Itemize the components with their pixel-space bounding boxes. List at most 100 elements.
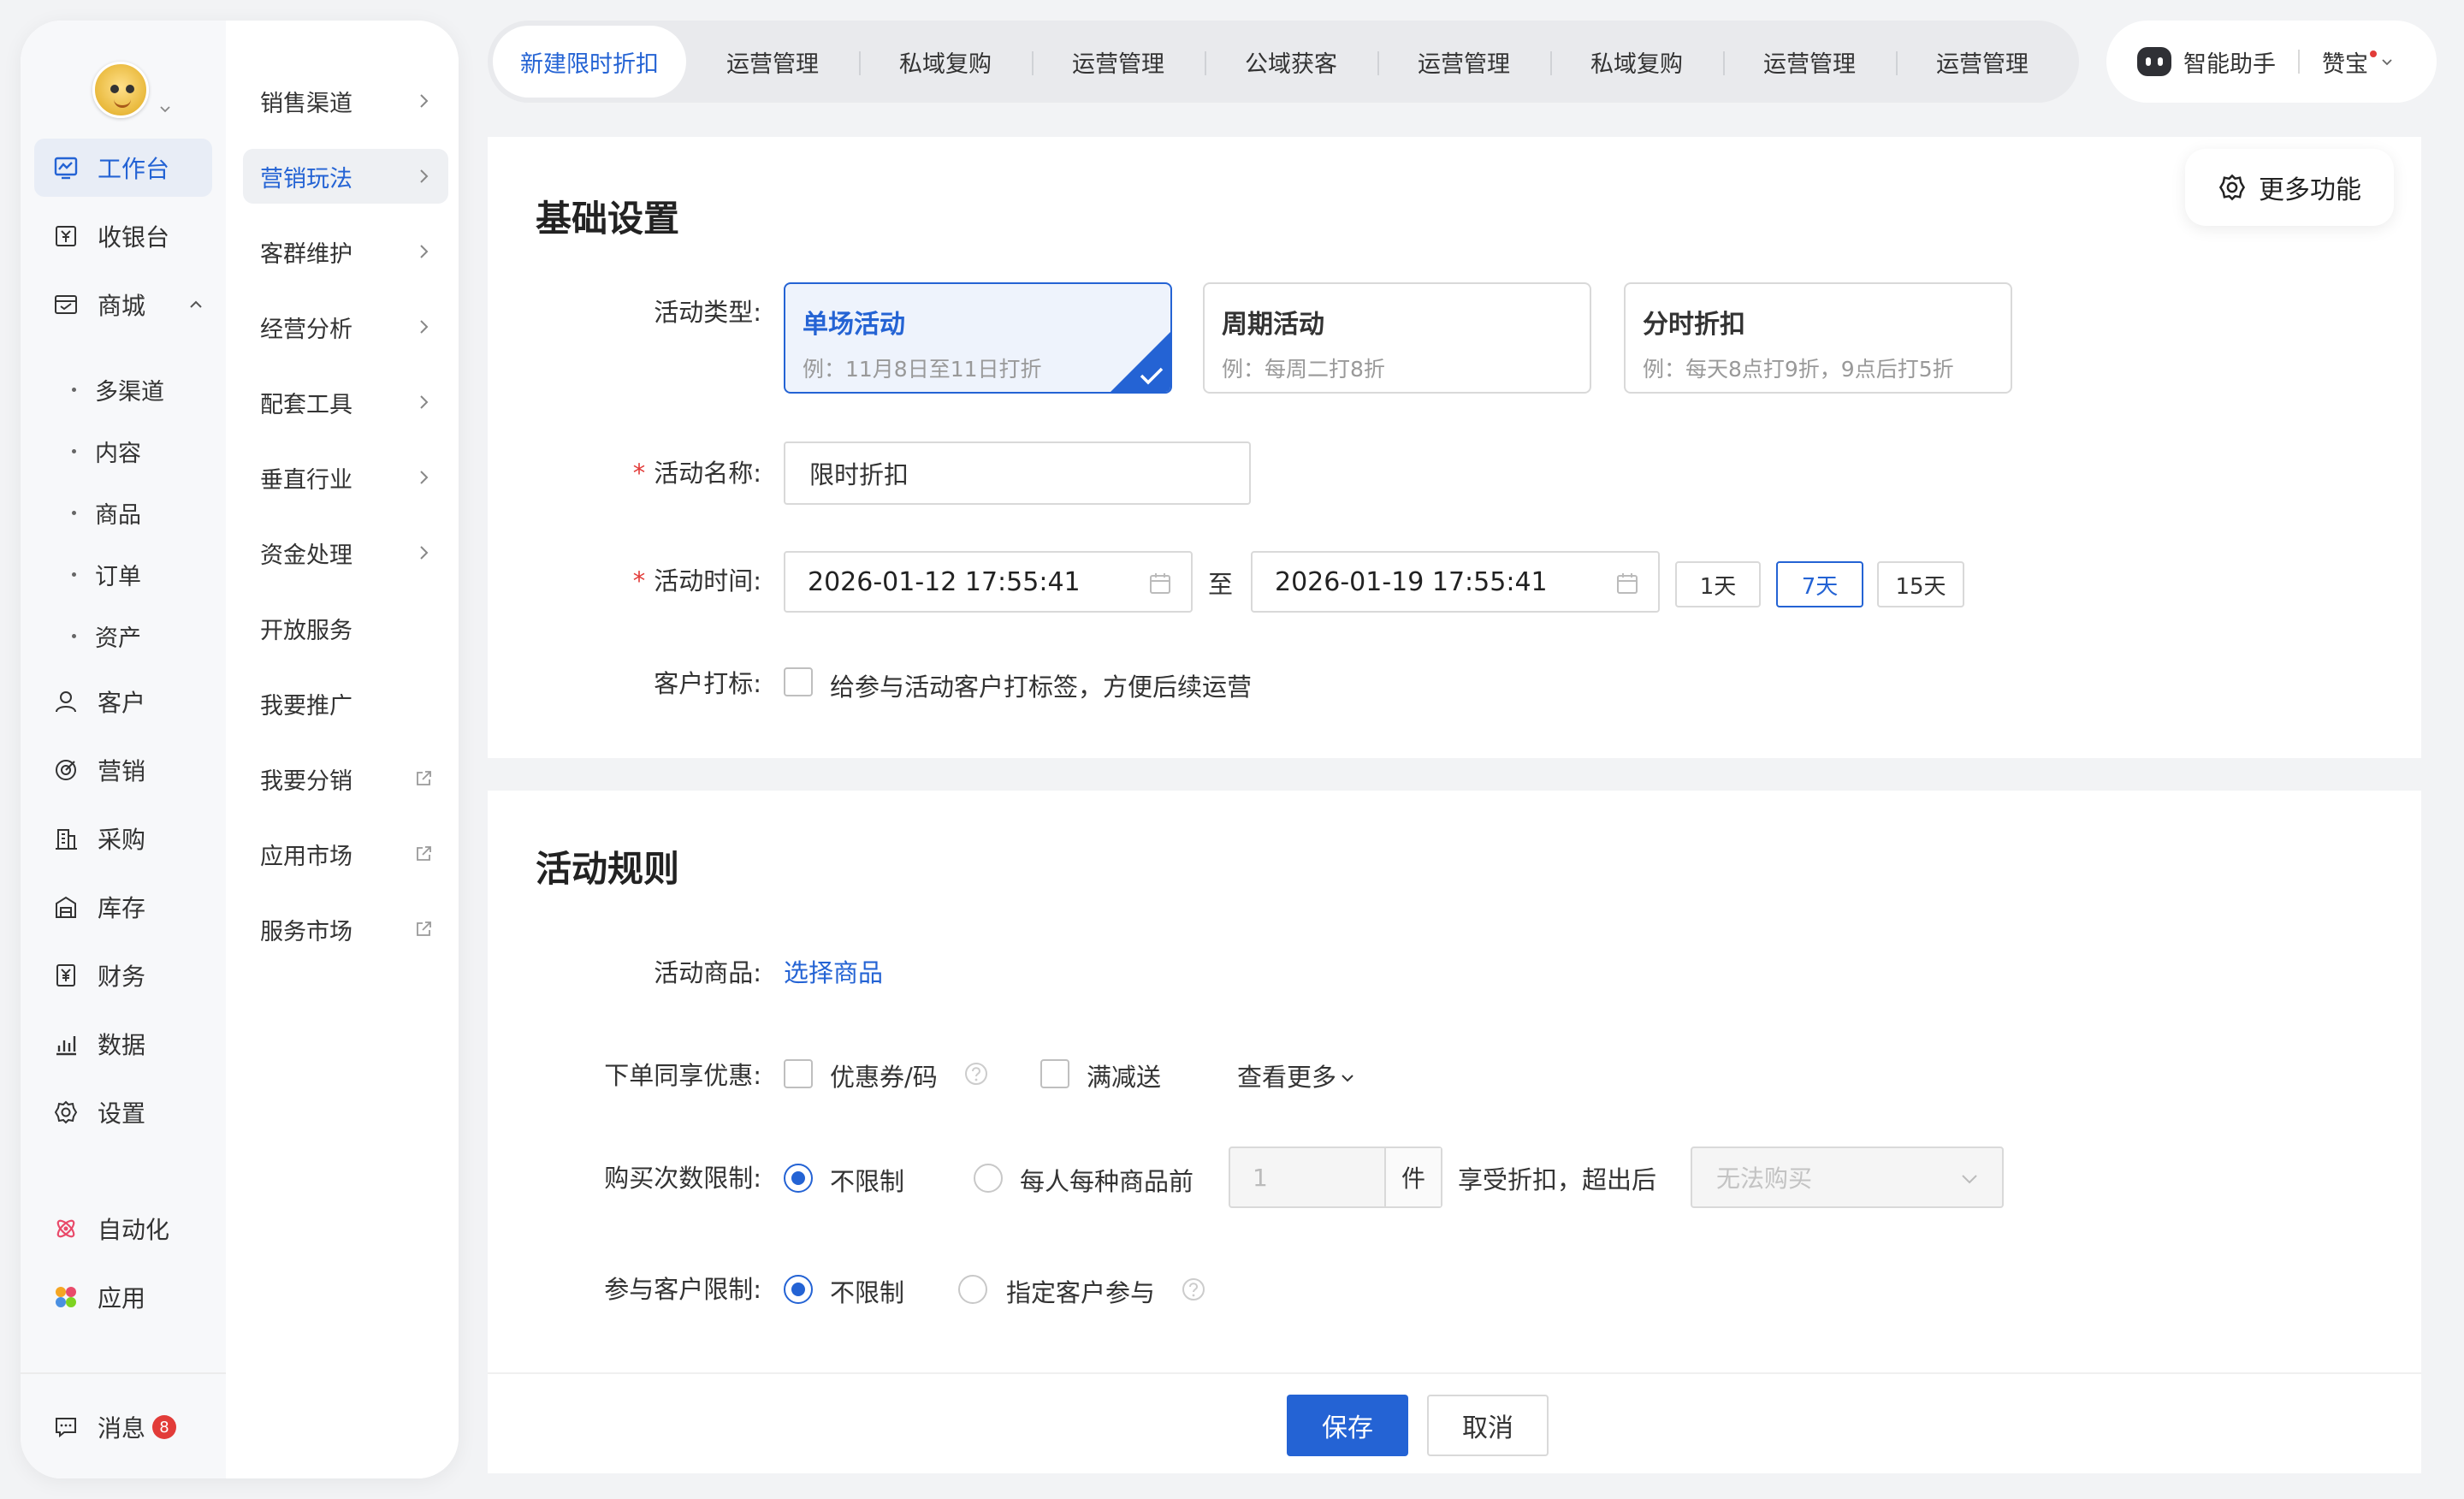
subnav-item[interactable]: 销售渠道 [243,74,448,128]
customer-unlimited-radio[interactable] [784,1275,813,1304]
nav-item-data[interactable]: 数据 [34,1015,212,1073]
customer-tag-checkbox[interactable] [784,667,813,696]
quick-7-day-button[interactable]: 7天 [1776,561,1863,607]
nav-item-messages[interactable]: 消息 8 [34,1398,212,1456]
subnav-item[interactable]: 配套工具 [243,375,448,430]
cashier-icon [56,226,76,246]
start-date-input[interactable]: 2026-01-12 17:55:41 [784,551,1193,613]
automation-icon [56,1219,75,1238]
user-name[interactable]: 赞宝 [2322,45,2368,79]
help-icon[interactable] [1181,1277,1206,1302]
nav-label: 工作台 [98,155,170,183]
subnav-item[interactable]: 我要推广 [243,676,448,731]
subnav-item[interactable]: 经营分析 [243,299,448,354]
store-sub-item[interactable]: 资产 [72,614,141,657]
tab-new-discount[interactable]: 新建限时折扣 [493,26,686,98]
customer-tag-label: 客户打标: [654,669,761,698]
store-sub-item[interactable]: 商品 [72,491,141,534]
subnav-label: 销售渠道 [260,90,352,117]
see-more-dropdown[interactable]: 查看更多 [1237,1058,1355,1093]
yen-icon [56,964,75,986]
customer-tag-text: 给参与活动客户打标签，方便后续运营 [830,672,1253,702]
nav-item-settings[interactable]: 设置 [34,1083,212,1141]
quantity-input[interactable]: 1 件 [1229,1146,1442,1208]
nav-item-apps[interactable]: 应用 [34,1268,212,1326]
subnav-label: 经营分析 [260,316,352,343]
dashboard-icon [54,157,78,180]
subnav-item[interactable]: 资金处理 [243,525,448,580]
subnav-item[interactable]: 应用市场 [243,827,448,881]
nav-item-automation[interactable]: 自动化 [34,1200,212,1258]
store-sub-item[interactable]: 订单 [72,553,141,595]
nav-item-customer[interactable]: 客户 [34,672,212,731]
subnav-label: 服务市场 [260,918,352,945]
nav-item-finance[interactable]: 财务 [34,946,212,1004]
type-card-periodic[interactable]: 周期活动 例：每周二打8折 [1203,282,1591,394]
tab-item[interactable]: 运营管理 [1723,26,1896,98]
subnav-item[interactable]: 我要分销 [243,751,448,806]
cancel-button[interactable]: 取消 [1427,1395,1549,1456]
purchase-limit-label: 购买次数限制: [604,1164,761,1193]
tab-item[interactable]: 私域复购 [1550,26,1723,98]
nav-label: 消息 [98,1414,146,1443]
customer-specified-radio[interactable] [958,1275,987,1304]
save-button[interactable]: 保存 [1287,1395,1408,1456]
chevron-right-icon [420,546,429,560]
subnav-item[interactable]: 服务市场 [243,902,448,957]
assistant-button[interactable]: 智能助手 [2183,45,2276,79]
section-title: 活动规则 [536,848,680,890]
tab-item[interactable]: 运营管理 [1377,26,1550,98]
coupon-text: 优惠券/码 [830,1063,938,1092]
subnav-label: 应用市场 [260,843,352,870]
end-date-input[interactable]: 2026-01-19 17:55:41 [1251,551,1660,613]
avatar[interactable] [92,62,149,118]
more-features-button[interactable]: 更多功能 [2185,149,2394,226]
type-desc: 例：11月8日至11日打折 [803,357,1042,382]
full-reduce-text: 满减送 [1087,1063,1162,1092]
type-desc: 例：每周二打8折 [1222,357,1385,382]
coupon-checkbox[interactable] [784,1059,813,1088]
stack-discount-label: 下单同享优惠: [604,1061,761,1090]
calendar-icon [1150,573,1170,594]
chevron-down-icon[interactable] [159,103,171,115]
chevron-down-icon[interactable] [2380,55,2394,68]
nav-item-purchase[interactable]: 采购 [34,809,212,868]
nav-item-store[interactable]: 商城 [34,276,212,334]
sub-label: 资产 [95,625,141,652]
tab-item[interactable]: 运营管理 [1032,26,1205,98]
tab-item[interactable]: 公域获客 [1205,26,1377,98]
subnav-label: 垂直行业 [260,466,352,494]
tab-item[interactable]: 私域复购 [859,26,1032,98]
nav-item-marketing[interactable]: 营销 [34,741,212,799]
subnav-item[interactable]: 营销玩法 [243,149,448,204]
chevron-down-icon [1962,1175,1977,1184]
subnav-item[interactable]: 开放服务 [243,601,448,655]
tab-item[interactable]: 运营管理 [686,26,859,98]
quick-1-day-button[interactable]: 1天 [1675,561,1761,607]
chevron-right-icon [420,320,429,334]
quick-15-day-button[interactable]: 15天 [1877,561,1964,607]
help-icon[interactable] [963,1061,989,1087]
nav-item-cashier[interactable]: 收银台 [34,207,212,265]
tab-item[interactable]: 运营管理 [1896,26,2069,98]
full-reduce-checkbox[interactable] [1040,1059,1069,1088]
apps-icon [56,1287,76,1307]
type-card-timed[interactable]: 分时折扣 例：每天8点打9折，9点后打5折 [1624,282,2012,394]
activity-name-input[interactable]: 限时折扣 [784,441,1251,505]
limit-per-person-radio[interactable] [974,1164,1003,1193]
store-sub-item[interactable]: 多渠道 [72,368,164,411]
goods-label: 活动商品: [654,958,761,987]
subnav-item[interactable]: 客群维护 [243,224,448,279]
limit-unlimited-radio[interactable] [784,1164,813,1193]
bullet-dot [72,633,76,638]
type-card-single[interactable]: 单场活动 例：11月8日至11日打折 [784,282,1172,394]
nav-label: 应用 [98,1284,146,1312]
subnav-item[interactable]: 垂直行业 [243,450,448,505]
activity-name-label: * 活动名称: [488,453,761,489]
after-limit-select[interactable]: 无法购买 [1691,1146,2004,1208]
store-sub-item[interactable]: 内容 [72,430,141,472]
nav-item-inventory[interactable]: 库存 [34,878,212,936]
nav-item-workbench[interactable]: 工作台 [34,139,212,197]
select-goods-link[interactable]: 选择商品 [784,953,883,989]
nav-label: 收银台 [98,223,170,252]
